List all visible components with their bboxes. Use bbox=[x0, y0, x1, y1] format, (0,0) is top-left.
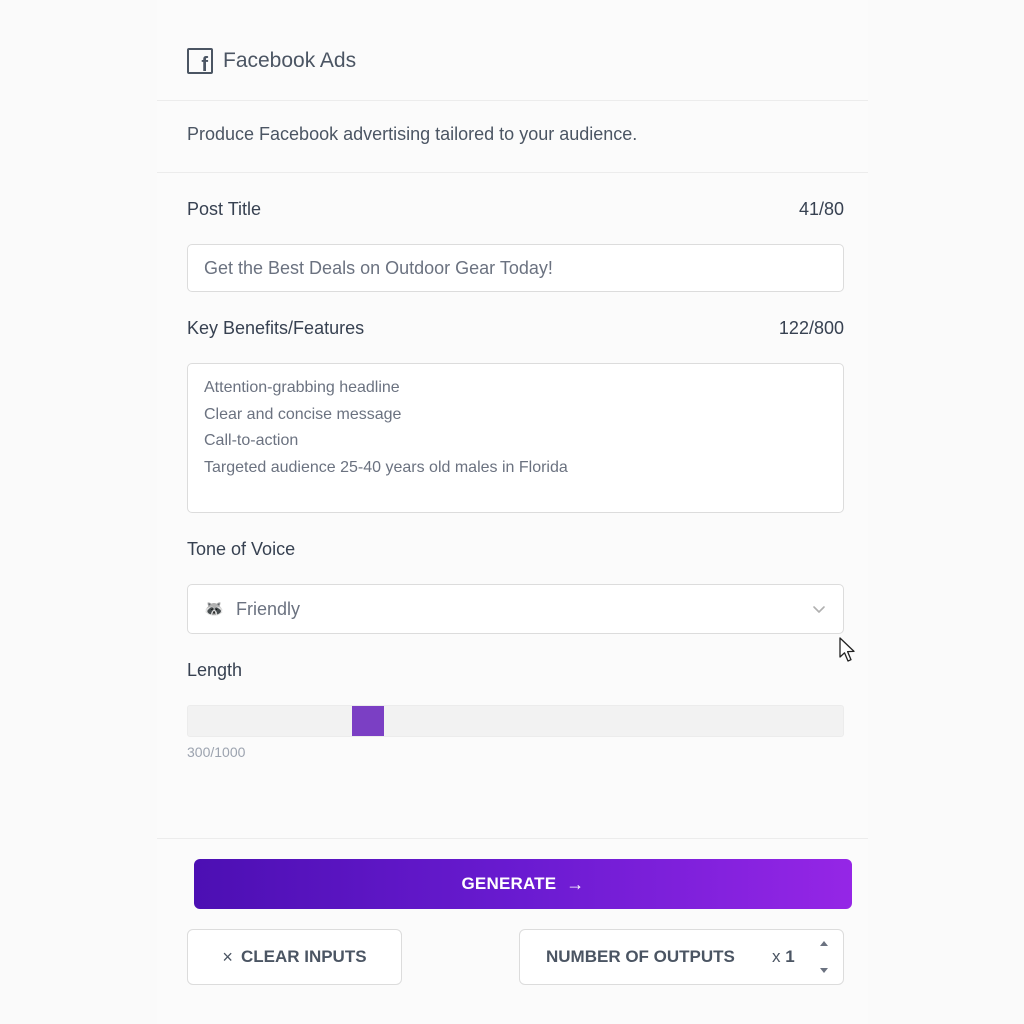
number-of-outputs-control[interactable]: NUMBER OF OUTPUTS x 1 bbox=[519, 929, 844, 985]
generate-label: GENERATE bbox=[461, 874, 557, 893]
generate-button[interactable]: GENERATE → bbox=[194, 859, 852, 909]
outputs-multiplier: x 1 bbox=[772, 947, 795, 967]
outputs-count: 1 bbox=[785, 947, 795, 966]
arrow-right-icon: → bbox=[566, 873, 585, 894]
tone-label: Tone of Voice bbox=[187, 539, 296, 559]
post-title-counter: 41/80 bbox=[798, 199, 844, 219]
stepper-icon[interactable] bbox=[817, 938, 831, 976]
page-title: Facebook Ads bbox=[223, 49, 357, 72]
close-icon: × bbox=[222, 946, 233, 967]
tone-select[interactable]: 🦝 Friendly bbox=[187, 584, 844, 634]
length-label: Length bbox=[187, 660, 243, 680]
tone-selected-value: Friendly bbox=[236, 598, 301, 619]
length-value: 300/1000 bbox=[187, 744, 246, 760]
key-benefits-counter: 122/800 bbox=[778, 318, 844, 338]
raccoon-icon: 🦝 bbox=[204, 601, 224, 618]
length-slider-thumb[interactable] bbox=[352, 706, 384, 736]
facebook-icon: f bbox=[187, 48, 213, 75]
description-divider bbox=[157, 172, 868, 173]
outputs-label: NUMBER OF OUTPUTS bbox=[546, 947, 735, 966]
post-title-label: Post Title bbox=[187, 199, 262, 219]
chevron-down-icon bbox=[813, 606, 825, 613]
outputs-prefix: x bbox=[772, 947, 781, 966]
footer-divider bbox=[157, 838, 868, 839]
mouse-cursor-icon bbox=[839, 637, 855, 662]
header: f Facebook Ads bbox=[187, 44, 356, 78]
clear-inputs-button[interactable]: × CLEAR INPUTS bbox=[187, 929, 402, 985]
length-slider[interactable] bbox=[187, 705, 844, 737]
clear-inputs-label: CLEAR INPUTS bbox=[240, 947, 367, 966]
page-description: Produce Facebook advertising tailored to… bbox=[187, 124, 638, 144]
key-benefits-textarea[interactable]: Attention-grabbing headline Clear and co… bbox=[187, 363, 844, 513]
header-divider bbox=[157, 100, 868, 101]
post-title-input[interactable]: Get the Best Deals on Outdoor Gear Today… bbox=[187, 244, 844, 292]
key-benefits-label: Key Benefits/Features bbox=[187, 318, 365, 338]
